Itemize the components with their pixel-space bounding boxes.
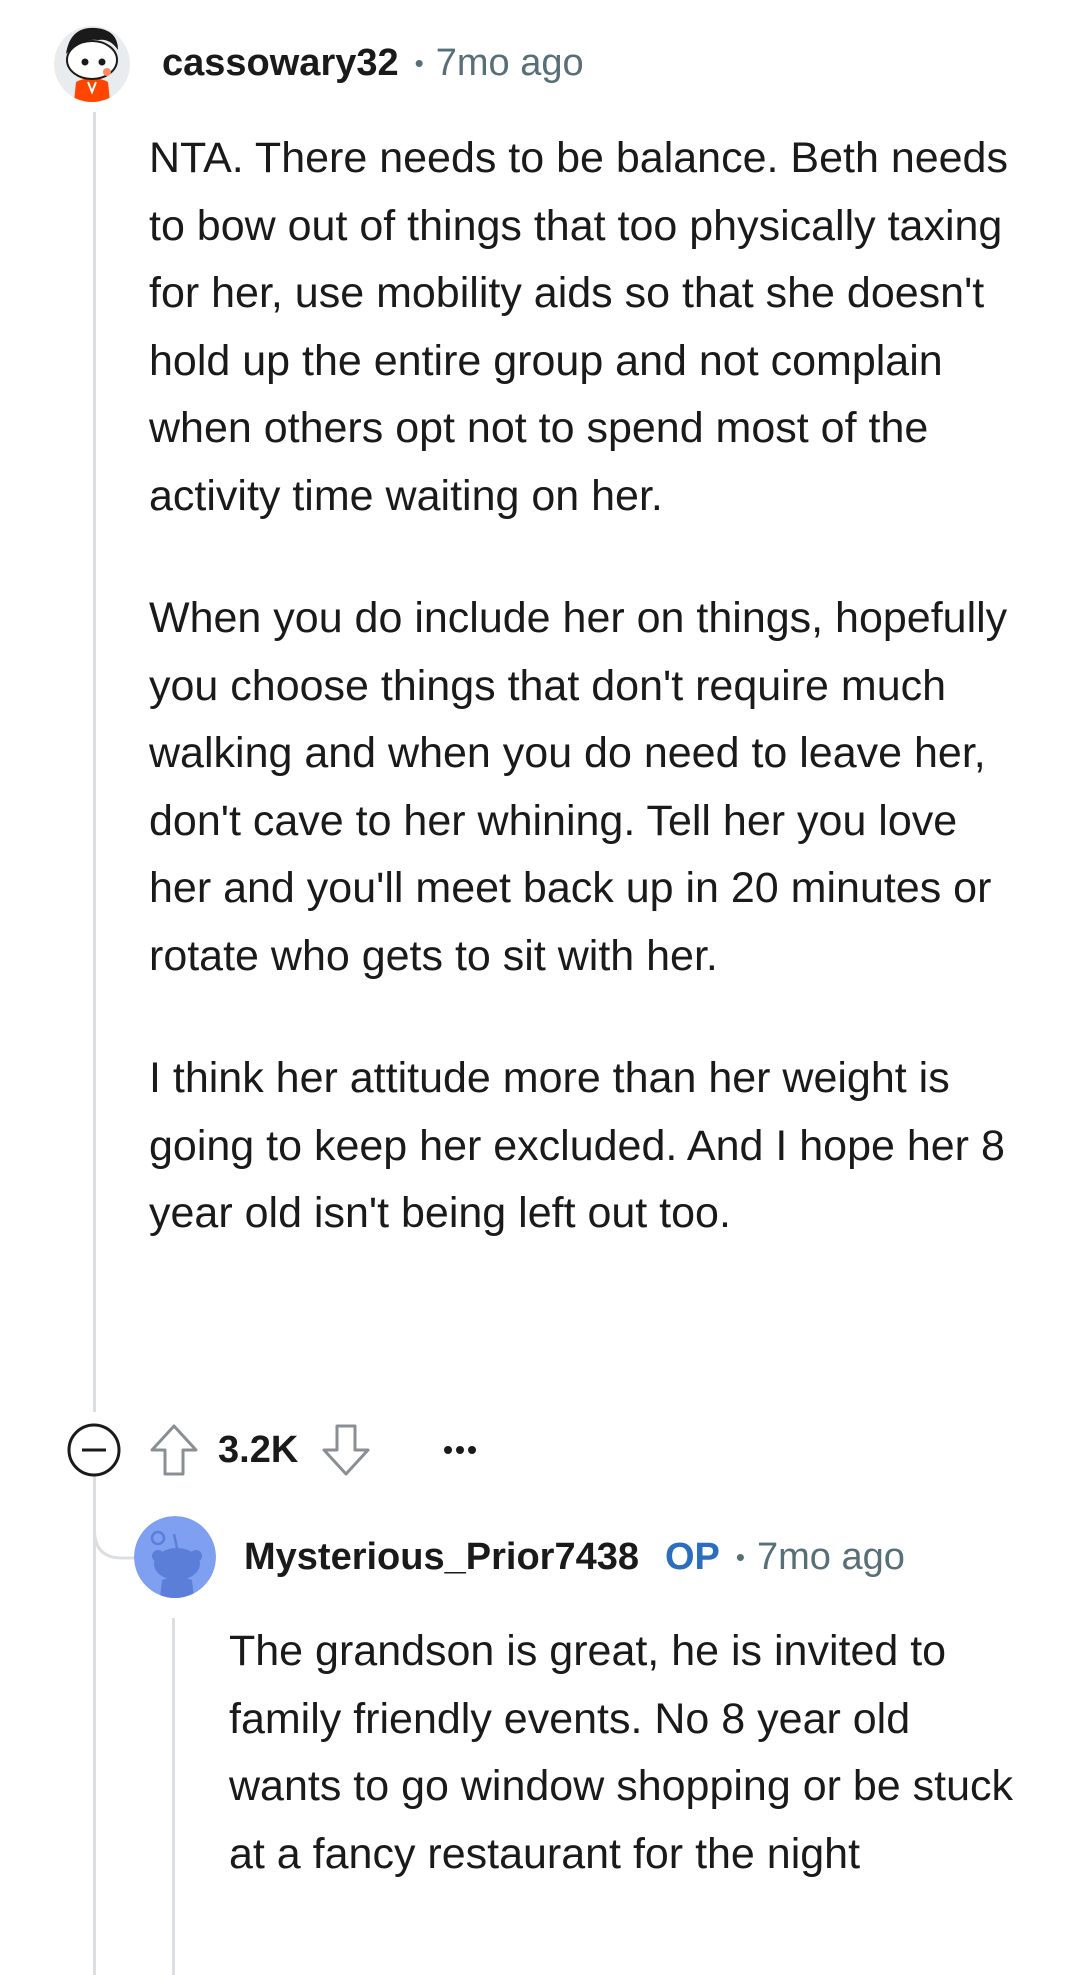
reply-paragraph: The grandson is great, he is invited to … xyxy=(229,1627,1014,1878)
comment-paragraph: NTA. There needs to be balance. Beth nee… xyxy=(149,134,1008,520)
reply-meta: Mysterious_Prior7438 OP • 7mo ago xyxy=(244,1535,905,1579)
op-badge: OP xyxy=(664,1535,720,1578)
downvote-arrow-icon[interactable] xyxy=(320,1422,372,1478)
default-snoo-avatar-icon xyxy=(134,1516,216,1598)
upvote-arrow-icon[interactable] xyxy=(148,1422,200,1478)
avatar[interactable] xyxy=(52,20,132,102)
comment-time: 7mo ago xyxy=(435,41,584,84)
comment-author[interactable]: cassowary32 xyxy=(162,42,399,85)
comment-action-bar: 3.2K xyxy=(66,1420,478,1480)
vote-score: 3.2K xyxy=(218,1428,299,1471)
comment-thread-line[interactable] xyxy=(93,112,96,1412)
collapse-minus-icon[interactable] xyxy=(66,1422,122,1478)
reply-time: 7mo ago xyxy=(757,1535,905,1578)
more-options-icon[interactable] xyxy=(442,1444,478,1456)
reply-author[interactable]: Mysterious_Prior7438 xyxy=(244,1536,639,1579)
separator-dot: • xyxy=(414,47,424,78)
comment-paragraph: When you do include her on things, hopef… xyxy=(149,594,1008,980)
comment-meta: cassowary32 • 7mo ago xyxy=(162,41,584,85)
comment-body: NTA. There needs to be balance. Beth nee… xyxy=(149,125,1029,1248)
comment-paragraph: I think her attitude more than her weigh… xyxy=(149,1054,1005,1237)
reply-thread-line[interactable] xyxy=(172,1618,175,1975)
reply-body: The grandson is great, he is invited to … xyxy=(229,1618,1029,1888)
reply-avatar[interactable] xyxy=(134,1516,216,1598)
separator-dot: • xyxy=(735,1541,745,1572)
snoo-avatar-icon xyxy=(54,26,130,102)
